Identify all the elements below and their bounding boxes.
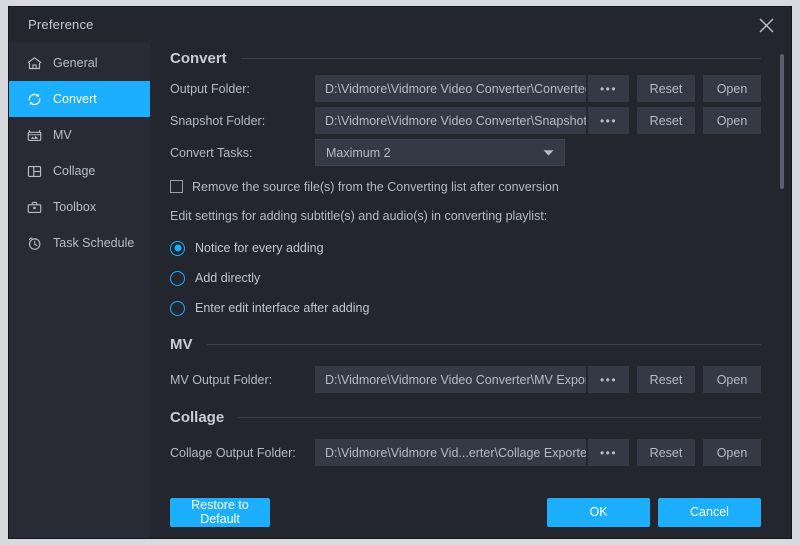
collage-output-folder-path[interactable]: D:\Vidmore\Vidmore Vid...erter\Collage E…	[315, 439, 586, 466]
section-header-mv: MV	[150, 336, 791, 353]
convert-tasks-select[interactable]: Maximum 2	[315, 139, 565, 166]
restore-to-default-button[interactable]: Restore to Default	[170, 497, 270, 527]
radio-enter-edit-interface-after-adding[interactable]: Enter edit interface after adding	[150, 293, 791, 323]
snapshot-folder-open-button[interactable]: Open	[703, 107, 761, 134]
collage-output-folder-label: Collage Output Folder:	[170, 445, 296, 460]
sidebar-item-label: General	[53, 56, 98, 70]
convert-tasks-row: Convert Tasks: Maximum 2	[150, 139, 791, 166]
output-folder-browse-button[interactable]: •••	[588, 75, 629, 102]
close-icon	[759, 18, 773, 32]
section-header-collage: Collage	[150, 409, 791, 426]
sidebar-item-label: Convert	[53, 92, 97, 106]
sidebar: General Convert MV Collage Toolbox Task …	[9, 42, 150, 538]
convert-tasks-value: Maximum 2	[326, 145, 391, 160]
chevron-down-icon	[543, 146, 554, 160]
sidebar-item-label: Task Schedule	[53, 236, 135, 250]
mv-output-folder-label: MV Output Folder:	[170, 372, 273, 387]
sidebar-item-collage[interactable]: Collage	[9, 153, 150, 189]
convert-tasks-label: Convert Tasks:	[170, 145, 253, 160]
radio-button-indicator[interactable]	[170, 270, 185, 286]
radio-label: Add directly	[195, 271, 261, 285]
ok-button[interactable]: OK	[547, 497, 650, 527]
close-button[interactable]	[751, 10, 781, 40]
vertical-scrollbar-thumb[interactable]	[780, 54, 784, 189]
vertical-scrollbar-track[interactable]	[778, 42, 786, 486]
section-divider	[238, 417, 761, 418]
snapshot-folder-path[interactable]: D:\Vidmore\Vidmore Video Converter\Snaps…	[315, 107, 586, 134]
output-folder-open-button[interactable]: Open	[703, 75, 761, 102]
output-folder-reset-button[interactable]: Reset	[637, 75, 695, 102]
output-folder-path[interactable]: D:\Vidmore\Vidmore Video Converter\Conve…	[315, 75, 586, 102]
radio-label: Notice for every adding	[195, 241, 324, 255]
snapshot-folder-label: Snapshot Folder:	[170, 113, 266, 128]
collage-output-folder-open-button[interactable]: Open	[703, 439, 761, 466]
mv-output-folder-browse-button[interactable]: •••	[588, 366, 629, 393]
film-clapper-icon	[25, 126, 43, 144]
settings-scroll-area: Convert Output Folder: D:\Vidmore\Vidmor…	[150, 42, 791, 486]
radio-button-indicator[interactable]	[170, 240, 185, 256]
preference-dialog: Preference General Convert MV Collage To…	[8, 6, 792, 539]
remove-source-row[interactable]: Remove the source file(s) from the Conve…	[150, 174, 791, 199]
remove-source-label: Remove the source file(s) from the Conve…	[192, 179, 559, 194]
section-header-convert: Convert	[150, 50, 791, 67]
sidebar-item-task-schedule[interactable]: Task Schedule	[9, 225, 150, 261]
remove-source-checkbox[interactable]	[170, 180, 183, 193]
sidebar-item-general[interactable]: General	[9, 45, 150, 81]
radio-button-indicator[interactable]	[170, 300, 185, 316]
mv-output-folder-path[interactable]: D:\Vidmore\Vidmore Video Converter\MV Ex…	[315, 366, 586, 393]
collage-output-folder-reset-button[interactable]: Reset	[637, 439, 695, 466]
section-divider	[206, 344, 761, 345]
dialog-footer: Restore to Default OK Cancel	[150, 486, 791, 538]
refresh-cycle-icon	[25, 90, 43, 108]
cancel-button[interactable]: Cancel	[658, 497, 761, 527]
section-title: MV	[170, 336, 193, 353]
snapshot-folder-browse-button[interactable]: •••	[588, 107, 629, 134]
toolbox-icon	[25, 198, 43, 216]
radio-add-directly[interactable]: Add directly	[150, 263, 791, 293]
radio-notice-for-every-adding[interactable]: Notice for every adding	[150, 233, 791, 263]
snapshot-folder-row: Snapshot Folder: D:\Vidmore\Vidmore Vide…	[150, 107, 791, 134]
sidebar-item-toolbox[interactable]: Toolbox	[9, 189, 150, 225]
collage-output-folder-row: Collage Output Folder: D:\Vidmore\Vidmor…	[150, 439, 791, 466]
section-divider	[240, 58, 761, 59]
sidebar-item-label: MV	[53, 128, 72, 142]
home-icon	[25, 54, 43, 72]
snapshot-folder-reset-button[interactable]: Reset	[637, 107, 695, 134]
section-title: Collage	[170, 409, 225, 426]
output-folder-label: Output Folder:	[170, 81, 250, 96]
sidebar-item-convert[interactable]: Convert	[9, 81, 150, 117]
edit-settings-hint: Edit settings for adding subtitle(s) and…	[170, 209, 548, 223]
mv-output-folder-row: MV Output Folder: D:\Vidmore\Vidmore Vid…	[150, 366, 791, 393]
section-title: Convert	[170, 50, 227, 67]
title-bar: Preference	[9, 7, 791, 42]
radio-label: Enter edit interface after adding	[195, 301, 370, 315]
mv-output-folder-open-button[interactable]: Open	[703, 366, 761, 393]
output-folder-row: Output Folder: D:\Vidmore\Vidmore Video …	[150, 75, 791, 102]
settings-panel: Convert Output Folder: D:\Vidmore\Vidmor…	[150, 42, 791, 538]
window-title: Preference	[28, 17, 94, 32]
dialog-body: General Convert MV Collage Toolbox Task …	[9, 42, 791, 538]
sidebar-item-mv[interactable]: MV	[9, 117, 150, 153]
collage-output-folder-browse-button[interactable]: •••	[588, 439, 629, 466]
sidebar-item-label: Toolbox	[53, 200, 97, 214]
mv-output-folder-reset-button[interactable]: Reset	[637, 366, 695, 393]
alarm-clock-icon	[25, 234, 43, 252]
sidebar-item-label: Collage	[53, 164, 96, 178]
layout-panels-icon	[25, 162, 43, 180]
